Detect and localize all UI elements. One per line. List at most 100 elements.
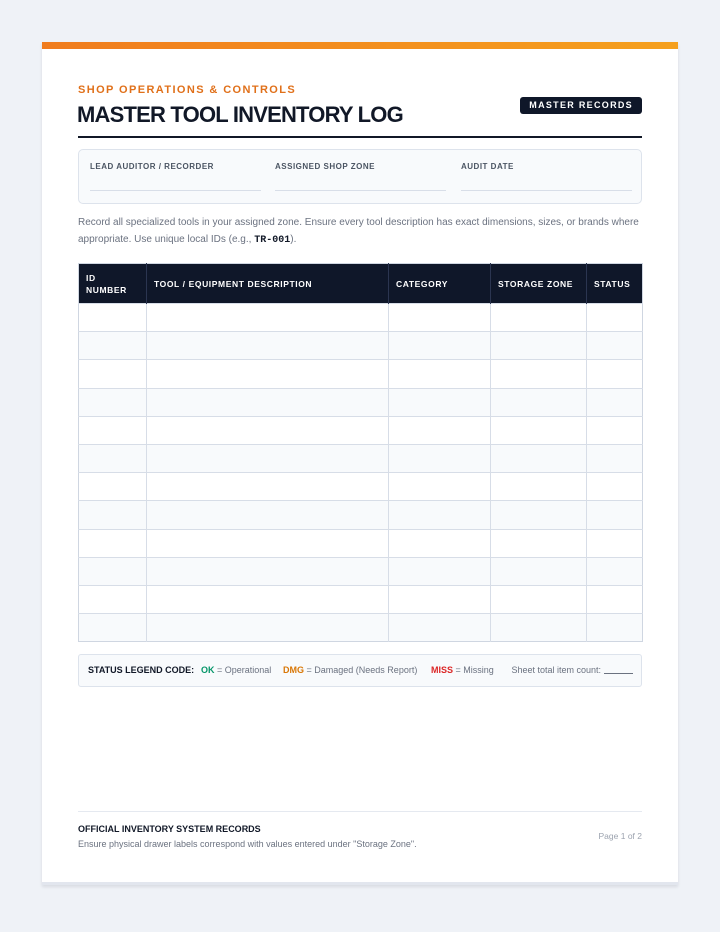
storage-zone-cell[interactable] [490,443,587,473]
column-header-description: TOOL / EQUIPMENT DESCRIPTION [146,263,389,304]
id-cell[interactable] [78,556,147,586]
status-cell[interactable] [586,331,643,360]
status-cell[interactable] [586,528,643,558]
shop-zone-label: ASSIGNED SHOP ZONE [275,162,375,171]
id-cell[interactable] [78,500,147,529]
id-cell[interactable] [78,443,147,473]
accent-bar [42,42,678,49]
lead-auditor-input-line[interactable] [90,190,261,191]
column-header-status: STATUS [586,263,643,304]
audit-date-label: AUDIT DATE [461,162,514,171]
category-cell[interactable] [388,387,491,417]
instructions-lead: Record all specialized tools in your ass… [78,217,639,245]
page-number: Page 1 of 2 [598,831,642,841]
category-cell[interactable] [388,472,491,501]
shop-zone-input-line[interactable] [275,190,446,191]
id-cell[interactable] [78,331,147,360]
id-cell[interactable] [78,584,147,614]
storage-zone-cell[interactable] [490,359,587,389]
status-cell[interactable] [586,302,643,332]
category-cell[interactable] [388,415,491,445]
table-row [78,472,643,501]
category-cell[interactable] [388,302,491,332]
storage-zone-cell[interactable] [490,584,587,614]
category-cell[interactable] [388,528,491,558]
status-cell[interactable] [586,556,643,586]
legend-label-ok: = Operational [217,665,272,675]
table-header-row: ID NUMBER TOOL / EQUIPMENT DESCRIPTION C… [78,263,643,304]
inventory-table: ID NUMBER TOOL / EQUIPMENT DESCRIPTION C… [78,263,643,643]
id-cell[interactable] [78,613,147,642]
legend-label-dmg: = Damaged (Needs Report) [306,665,418,675]
legend-item-dmg: DMG = Damaged (Needs Report) [283,655,417,686]
description-cell[interactable] [146,415,389,445]
footer-note: Ensure physical drawer labels correspond… [78,839,417,849]
footer-divider [78,811,642,812]
id-cell[interactable] [78,359,147,389]
legend-item-miss: MISS = Missing [431,655,494,686]
storage-zone-cell[interactable] [490,387,587,417]
category-cell[interactable] [388,584,491,614]
storage-zone-cell[interactable] [490,500,587,529]
instructions-tail: ). [290,234,297,245]
storage-zone-cell[interactable] [490,556,587,586]
status-cell[interactable] [586,613,643,642]
legend-code-miss: MISS [431,665,454,675]
table-row [78,302,643,332]
status-cell[interactable] [586,500,643,529]
description-cell[interactable] [146,302,389,332]
id-cell[interactable] [78,302,147,332]
category-cell[interactable] [388,359,491,389]
category-cell[interactable] [388,556,491,586]
description-cell[interactable] [146,387,389,417]
storage-zone-cell[interactable] [490,415,587,445]
table-row [78,500,643,529]
status-cell[interactable] [586,415,643,445]
category-cell[interactable] [388,443,491,473]
status-cell[interactable] [586,584,643,614]
status-cell[interactable] [586,359,643,389]
legend-label-miss: = Missing [455,665,494,675]
storage-zone-cell[interactable] [490,302,587,332]
table-row [78,584,643,614]
lead-auditor-field: LEAD AUDITOR / RECORDER [90,162,261,191]
category-cell[interactable] [388,613,491,642]
table-row [78,528,643,558]
item-count-input-line[interactable] [604,673,633,674]
description-cell[interactable] [146,472,389,501]
description-cell[interactable] [146,359,389,389]
storage-zone-cell[interactable] [490,472,587,501]
description-cell[interactable] [146,443,389,473]
table-row [78,443,643,473]
id-cell[interactable] [78,472,147,501]
audit-date-input-line[interactable] [461,190,632,191]
storage-zone-cell[interactable] [490,331,587,360]
description-cell[interactable] [146,331,389,360]
id-cell[interactable] [78,387,147,417]
column-header-category: CATEGORY [388,263,491,304]
status-cell[interactable] [586,387,643,417]
title-divider [78,136,642,138]
description-cell[interactable] [146,556,389,586]
description-cell[interactable] [146,528,389,558]
id-cell[interactable] [78,528,147,558]
status-cell[interactable] [586,472,643,501]
shop-zone-field: ASSIGNED SHOP ZONE [275,162,446,191]
column-header-id: ID NUMBER [78,263,147,304]
inventory-sheet: SHOP OPERATIONS & CONTROLS MASTER TOOL I… [42,42,678,885]
storage-zone-cell[interactable] [490,528,587,558]
description-cell[interactable] [146,613,389,642]
category-cell[interactable] [388,500,491,529]
category-cell[interactable] [388,331,491,360]
item-count-label: Sheet total item count: [511,665,601,675]
audit-info-box: LEAD AUDITOR / RECORDER ASSIGNED SHOP ZO… [78,149,642,204]
description-cell[interactable] [146,584,389,614]
table-body [78,302,643,642]
storage-zone-cell[interactable] [490,613,587,642]
description-cell[interactable] [146,500,389,529]
status-cell[interactable] [586,443,643,473]
legend-item-ok: OK = Operational [201,655,271,686]
id-cell[interactable] [78,415,147,445]
legend-code-ok: OK [201,665,215,675]
footer-title: OFFICIAL INVENTORY SYSTEM RECORDS [78,824,261,834]
